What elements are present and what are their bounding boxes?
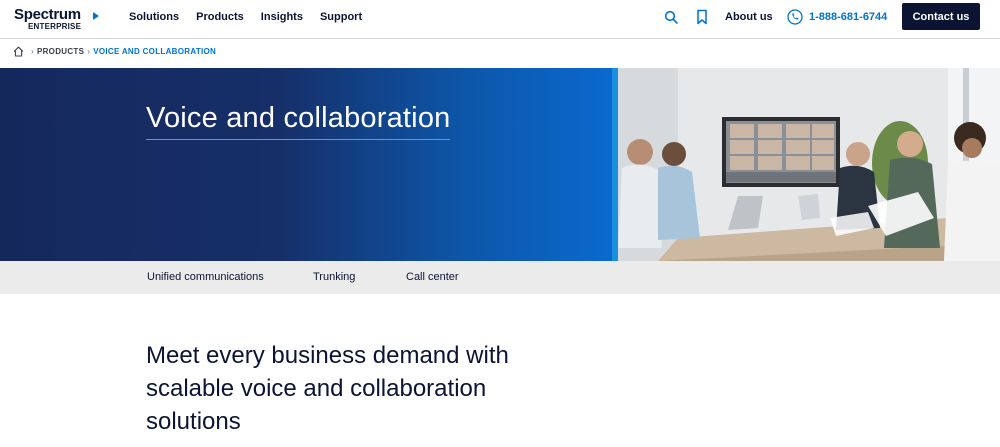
contact-us-button[interactable]: Contact us [902, 3, 980, 30]
nav-insights[interactable]: Insights [261, 11, 303, 23]
home-icon[interactable] [13, 46, 24, 57]
subnav-trunking[interactable]: Trunking [313, 271, 355, 283]
meeting-room-photo [618, 68, 1000, 261]
breadcrumb-current: VOICE AND COLLABORATION [93, 47, 217, 56]
nav-solutions[interactable]: Solutions [129, 11, 179, 23]
nav-products[interactable]: Products [196, 11, 244, 23]
bookmark-icon[interactable] [695, 9, 709, 25]
breadcrumb-products[interactable]: PRODUCTS [37, 47, 84, 56]
product-subnav: Unified communications Trunking Call cen… [0, 261, 1000, 294]
phone-link[interactable]: 1-888-681-6744 [809, 11, 887, 23]
main-nav: Solutions Products Insights Support [129, 11, 379, 23]
site-header: Spectrum ENTERPRISE Solutions Products I… [0, 0, 1000, 39]
about-us-link[interactable]: About us [725, 11, 773, 23]
search-icon[interactable] [664, 10, 678, 24]
spectrum-enterprise-logo[interactable]: Spectrum ENTERPRISE [14, 6, 99, 32]
hero-gradient-panel [0, 68, 617, 261]
nav-support[interactable]: Support [320, 11, 362, 23]
phone-icon [787, 9, 803, 25]
breadcrumb-separator: › [31, 47, 34, 56]
section-headline: Meet every business demand with scalable… [146, 342, 509, 435]
hero-banner: Voice and collaboration [0, 68, 1000, 261]
breadcrumb-separator: › [87, 47, 91, 56]
subnav-unified-communications[interactable]: Unified communications [147, 271, 264, 283]
page-title: Voice and collaboration [146, 102, 451, 140]
subnav-call-center[interactable]: Call center [406, 271, 459, 283]
logo-sub: ENTERPRISE [28, 22, 82, 31]
breadcrumb: › PRODUCTS › VOICE AND COLLABORATION [13, 46, 216, 57]
logo-arrow-icon [93, 12, 99, 20]
logo-brand: Spectrum [14, 6, 81, 23]
